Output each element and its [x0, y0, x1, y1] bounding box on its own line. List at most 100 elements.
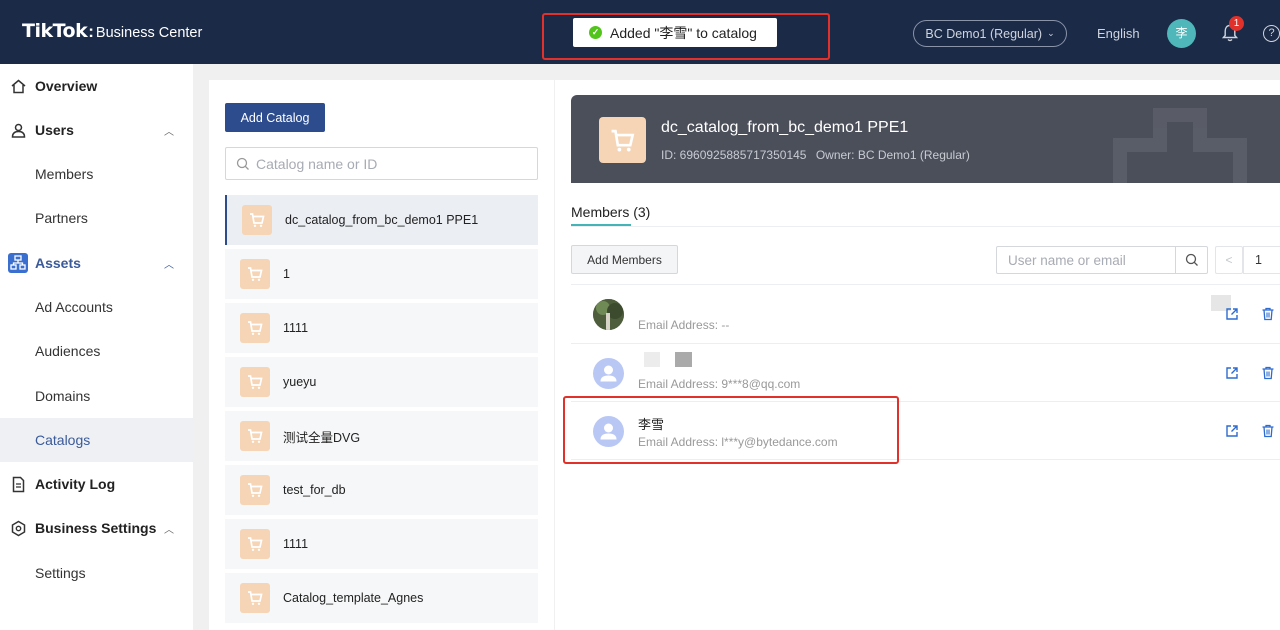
catalog-list-item[interactable]: 1111	[225, 303, 538, 353]
sidebar-item-label: Overview	[35, 78, 98, 94]
catalog-list-item[interactable]: dc_catalog_from_bc_demo1 PPE1	[225, 195, 538, 245]
user-avatar[interactable]: 李	[1167, 19, 1196, 48]
notification-badge: 1	[1229, 16, 1244, 31]
open-external-icon[interactable]	[1225, 366, 1239, 380]
sidebar-item-business-settings[interactable]: Business Settings ︿	[0, 506, 193, 550]
catalog-detail-title: dc_catalog_from_bc_demo1 PPE1	[661, 119, 909, 136]
sidebar-item-label: Domains	[35, 388, 91, 404]
chevron-up-icon: ︿	[164, 126, 174, 138]
shopping-cart-icon	[611, 129, 635, 152]
sidebar-item-label: Catalogs	[35, 432, 91, 448]
catalog-list-item[interactable]: 1111	[225, 519, 538, 569]
catalog-list-item[interactable]: yueyu	[225, 357, 538, 407]
sidebar-item-label: Ad Accounts	[35, 299, 113, 315]
catalog-detail-meta: ID: 6960925885717350145 Owner: BC Demo1 …	[661, 148, 976, 162]
document-icon	[12, 476, 25, 492]
decorative-pattern-icon	[1113, 108, 1247, 183]
search-icon	[236, 157, 249, 170]
catalog-list-item[interactable]: Catalog_template_Agnes	[225, 573, 538, 623]
catalog-detail-header	[571, 95, 1280, 183]
business-center-selector[interactable]: BC Demo1 (Regular) ⌄	[913, 20, 1067, 47]
catalog-list-item[interactable]: test_for_db	[225, 465, 538, 515]
pagination-prev-button[interactable]: <	[1215, 246, 1243, 274]
shopping-cart-icon	[248, 483, 263, 497]
catalog-name: dc_catalog_from_bc_demo1 PPE1	[285, 213, 479, 227]
trash-icon[interactable]	[1261, 366, 1275, 380]
catalog-name: test_for_db	[283, 483, 346, 497]
sidebar-item-overview[interactable]: Overview	[0, 64, 193, 108]
catalog-list-item[interactable]: 1	[225, 249, 538, 299]
language-selector[interactable]: English	[1097, 26, 1140, 41]
catalog-thumbnail	[240, 583, 270, 613]
sidebar: Overview Users ︿ Members Partners Assets…	[0, 64, 193, 630]
user-search-button[interactable]	[1175, 246, 1207, 274]
help-icon[interactable]: ?	[1263, 25, 1280, 42]
sidebar-item-users[interactable]: Users ︿	[0, 108, 193, 152]
sidebar-item-members[interactable]: Members	[0, 152, 193, 196]
sidebar-item-activity-log[interactable]: Activity Log	[0, 462, 193, 506]
member-row: Email Address: --	[571, 285, 1280, 343]
user-search-input[interactable]	[997, 252, 1175, 268]
bc-selector-label: BC Demo1 (Regular)	[925, 26, 1043, 41]
toast-message: Added "李雪" to catalog	[610, 24, 757, 41]
settings-icon	[11, 520, 26, 536]
shopping-cart-icon	[248, 375, 263, 389]
user-search	[996, 246, 1208, 274]
sidebar-item-settings[interactable]: Settings	[0, 551, 193, 595]
catalog-thumbnail	[242, 205, 272, 235]
catalog-thumbnail	[240, 421, 270, 451]
success-check-icon: ✓	[589, 26, 602, 39]
catalog-thumbnail	[240, 475, 270, 505]
open-external-icon[interactable]	[1225, 424, 1239, 438]
sidebar-item-label: Activity Log	[35, 476, 116, 492]
member-row: Email Address: 9***8@qq.com	[571, 344, 1280, 402]
sidebar-item-ad-accounts[interactable]: Ad Accounts	[0, 285, 193, 329]
sidebar-item-assets[interactable]: Assets ︿	[0, 241, 193, 285]
catalog-name: 1111	[283, 537, 309, 551]
shopping-cart-icon	[248, 537, 263, 551]
trash-icon[interactable]	[1261, 424, 1275, 438]
logo-colon: :	[88, 22, 94, 41]
catalog-detail-thumbnail	[599, 117, 646, 163]
sidebar-item-audiences[interactable]: Audiences	[0, 329, 193, 373]
chevron-up-icon: ︿	[164, 259, 174, 271]
trash-icon[interactable]	[1261, 307, 1275, 321]
search-icon	[1185, 253, 1198, 266]
tab-members[interactable]: Members (3)	[571, 204, 650, 220]
catalog-name: yueyu	[283, 375, 317, 389]
sidebar-item-label: Business Settings	[35, 520, 157, 536]
catalog-id: ID: 6960925885717350145	[661, 148, 807, 162]
sidebar-item-partners[interactable]: Partners	[0, 196, 193, 240]
sidebar-item-label: Users	[35, 122, 74, 138]
catalog-name: Catalog_template_Agnes	[283, 591, 424, 605]
catalog-thumbnail	[240, 367, 270, 397]
catalog-owner: Owner: BC Demo1 (Regular)	[815, 148, 970, 162]
sidebar-item-domains[interactable]: Domains	[0, 374, 193, 418]
sidebar-item-label: Assets	[35, 255, 81, 271]
logo-brand: TikTok	[22, 20, 88, 42]
catalog-search	[225, 147, 538, 180]
pagination-page-input[interactable]: 1	[1243, 246, 1280, 274]
success-toast: ✓ Added "李雪" to catalog	[573, 18, 777, 47]
sidebar-item-catalogs[interactable]: Catalogs	[0, 418, 193, 462]
add-members-button[interactable]: Add Members	[571, 245, 678, 274]
tiktok-business-center-logo[interactable]: TikTok : Business Center	[22, 20, 202, 42]
catalog-name: 1	[283, 267, 290, 281]
assets-icon	[8, 253, 28, 273]
shopping-cart-icon	[248, 429, 263, 443]
member-email: Email Address: --	[638, 318, 730, 332]
member-avatar	[593, 358, 624, 389]
add-catalog-button[interactable]: Add Catalog	[225, 103, 325, 132]
catalog-name: 1111	[283, 321, 309, 335]
member-email: Email Address: 9***8@qq.com	[638, 377, 801, 391]
catalog-thumbnail	[240, 259, 270, 289]
catalog-search-input[interactable]	[256, 155, 526, 172]
open-external-icon[interactable]	[1225, 307, 1239, 321]
sidebar-item-label: Settings	[35, 565, 86, 581]
shopping-cart-icon	[248, 267, 263, 281]
catalog-list-item[interactable]: 测试全量DVG	[225, 411, 538, 461]
new-member-highlight-box	[563, 396, 899, 464]
photo-avatar-icon	[593, 299, 624, 330]
chevron-up-icon: ︿	[164, 524, 174, 536]
catalog-name: 测试全量DVG	[283, 430, 361, 445]
